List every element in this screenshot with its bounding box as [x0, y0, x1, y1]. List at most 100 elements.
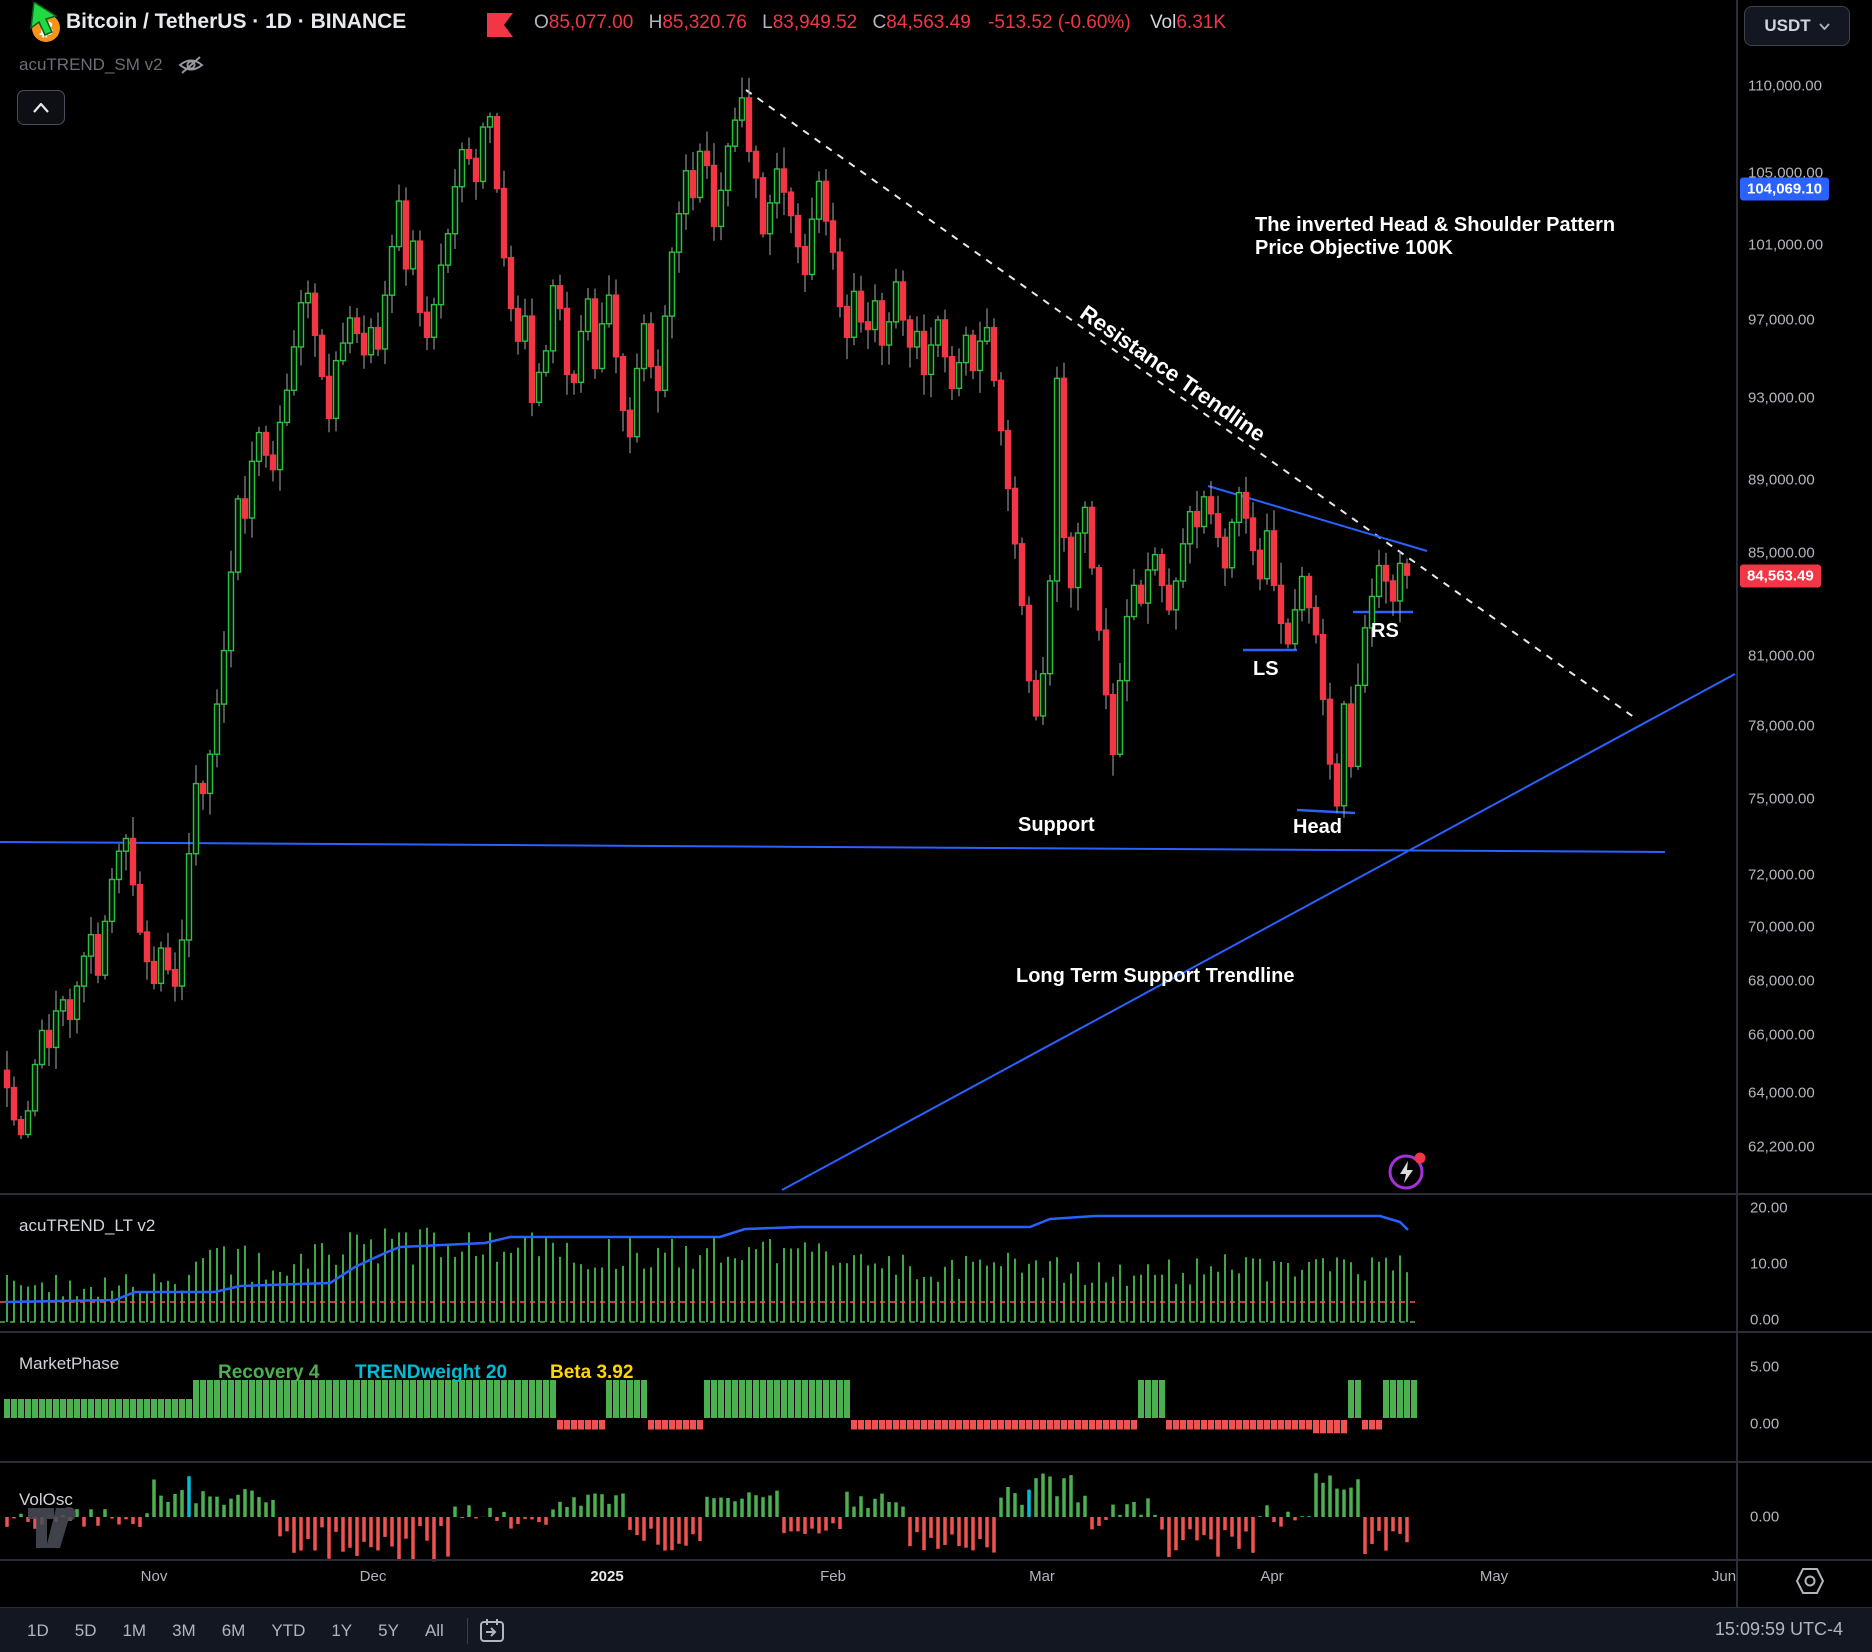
candle-up: [579, 331, 584, 382]
candle-up: [1363, 628, 1368, 685]
marketphase-bar-up: [158, 1399, 164, 1418]
marketphase-bar-up: [746, 1380, 752, 1418]
candle-up: [54, 1011, 59, 1047]
range-button-5y[interactable]: 5Y: [365, 1621, 412, 1641]
marketphase-bar-up: [753, 1380, 759, 1418]
candle-down: [859, 291, 864, 321]
time-tick-nov[interactable]: Nov: [141, 1568, 168, 1585]
marketphase-bar-up: [298, 1380, 304, 1418]
candle-up: [180, 940, 185, 986]
range-button-ytd[interactable]: YTD: [258, 1621, 318, 1641]
time-tick-may[interactable]: May: [1480, 1568, 1508, 1585]
marketphase-bar-up: [788, 1380, 794, 1418]
range-button-1y[interactable]: 1Y: [318, 1621, 365, 1641]
time-tick-feb[interactable]: Feb: [820, 1568, 846, 1585]
range-button-3m[interactable]: 3M: [159, 1621, 209, 1641]
candle-down: [761, 178, 766, 234]
high-value: 85,320.76: [662, 12, 747, 33]
candle-down: [824, 181, 829, 221]
range-buttons: 1D5D1M3M6MYTD1Y5YAll: [14, 1621, 457, 1641]
candle-down: [572, 374, 577, 382]
flag-icon[interactable]: [486, 12, 516, 40]
marketphase-bar-up: [46, 1399, 52, 1418]
price-alert-label[interactable]: 104,069.10: [1740, 178, 1829, 201]
eye-hidden-icon[interactable]: [177, 54, 205, 76]
automation-bolt-icon[interactable]: [1386, 1148, 1430, 1192]
candle-down: [1209, 497, 1214, 514]
time-tick-mar[interactable]: Mar: [1029, 1568, 1055, 1585]
marketphase-bar-up: [403, 1380, 409, 1418]
marketphase-bar-down: [662, 1420, 668, 1430]
candle-up: [1202, 497, 1207, 527]
currency-dropdown[interactable]: USDT: [1744, 6, 1850, 46]
long-term-support[interactable]: [782, 674, 1735, 1190]
candle-up: [26, 1111, 31, 1135]
marketphase-bar-down: [697, 1420, 703, 1430]
marketphase-bar-down: [1362, 1420, 1368, 1430]
candle-up: [677, 214, 682, 252]
indicator-row-acutrend-sm[interactable]: acuTREND_SM v2: [19, 54, 205, 76]
marketphase-bar-up: [32, 1399, 38, 1418]
range-button-6m[interactable]: 6M: [209, 1621, 259, 1641]
pane-title-marketphase[interactable]: MarketPhase: [19, 1354, 119, 1374]
candle-up: [1048, 581, 1053, 674]
range-button-1m[interactable]: 1M: [109, 1621, 159, 1641]
marketphase-bar-up: [221, 1380, 227, 1418]
time-tick-apr[interactable]: Apr: [1260, 1568, 1283, 1585]
marketphase-bar-up: [515, 1380, 521, 1418]
candle-down: [628, 410, 633, 436]
price-tick-label: 81,000.00: [1748, 648, 1815, 665]
candle-down: [593, 299, 598, 369]
candle-up: [1055, 378, 1060, 581]
candle-down: [131, 838, 136, 884]
marketphase-bar-down: [571, 1420, 577, 1430]
candle-down: [47, 1031, 52, 1048]
candle-down: [950, 357, 955, 389]
go-to-date-icon[interactable]: [478, 1617, 508, 1645]
marketphase-bar-up: [200, 1380, 206, 1418]
candle-down: [201, 784, 206, 794]
pane-scale-label: 0.00: [1750, 1509, 1779, 1526]
head-marker[interactable]: [1297, 810, 1355, 813]
candle-up: [523, 316, 528, 341]
resistance-trendline[interactable]: [746, 90, 1638, 720]
change-value: -513.52 (-0.60%): [988, 12, 1131, 33]
symbol-title[interactable]: Bitcoin / TetherUS · 1D · BINANCE: [66, 10, 406, 34]
marketphase-bar-down: [557, 1420, 563, 1430]
timezone-settings-icon[interactable]: [1794, 1566, 1826, 1596]
candle-up: [957, 363, 962, 389]
candle-down: [1006, 431, 1011, 489]
candle-down: [831, 221, 836, 252]
time-tick-jun[interactable]: Jun: [1712, 1568, 1736, 1585]
marketphase-bar-up: [473, 1380, 479, 1418]
range-button-1d[interactable]: 1D: [14, 1621, 62, 1641]
time-tick-2025[interactable]: 2025: [590, 1568, 623, 1585]
candle-up: [1237, 493, 1242, 523]
clock-readout[interactable]: 15:09:59 UTC-4: [1715, 1619, 1843, 1640]
pane-title-volosc[interactable]: VolOsc: [19, 1490, 73, 1510]
marketphase-bar-down: [1278, 1420, 1284, 1430]
marketphase-bar-down: [1376, 1420, 1382, 1430]
marketphase-bar-down: [1110, 1420, 1116, 1430]
candle-up: [89, 935, 94, 956]
range-button-5d[interactable]: 5D: [62, 1621, 110, 1641]
last-price-label[interactable]: 84,563.49: [1740, 565, 1821, 588]
candle-down: [1090, 507, 1095, 567]
candle-up: [607, 295, 612, 324]
collapse-pane-button[interactable]: [17, 90, 65, 125]
candle-up: [453, 187, 458, 234]
candle-down: [1034, 681, 1039, 716]
marketphase-bar-up: [193, 1380, 199, 1418]
candle-up: [1146, 570, 1151, 603]
pane-scale-label: 10.00: [1750, 1256, 1788, 1273]
marketphase-bar-up: [718, 1380, 724, 1418]
marketphase-bar-down: [872, 1420, 878, 1430]
range-button-all[interactable]: All: [412, 1621, 457, 1641]
candle-down: [1027, 605, 1032, 680]
pane-title-acutrend-lt[interactable]: acuTREND_LT v2: [19, 1216, 155, 1236]
marketphase-bar-up: [389, 1380, 395, 1418]
candle-down: [999, 380, 1004, 430]
time-tick-dec[interactable]: Dec: [360, 1568, 387, 1585]
candle-down: [747, 98, 752, 152]
candle-up: [1076, 533, 1081, 588]
